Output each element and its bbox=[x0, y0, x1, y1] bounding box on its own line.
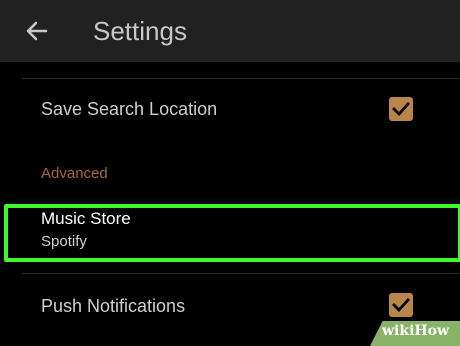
checkmark-icon bbox=[392, 298, 410, 313]
watermark-logo: wikiHow bbox=[382, 323, 450, 339]
page-title: Settings bbox=[93, 16, 187, 46]
section-header-advanced: Advanced bbox=[41, 165, 108, 182]
save-search-location-checkbox[interactable] bbox=[389, 97, 413, 121]
checkmark-icon bbox=[392, 102, 410, 117]
app-bar: Settings bbox=[0, 0, 460, 62]
divider bbox=[22, 78, 460, 79]
divider bbox=[22, 273, 460, 274]
save-search-location-label: Save Search Location bbox=[41, 99, 218, 119]
music-store-value: Spotify bbox=[41, 233, 87, 250]
back-button[interactable] bbox=[22, 16, 52, 46]
push-notifications-label: Push Notifications bbox=[41, 296, 186, 316]
music-store-label: Music Store bbox=[41, 209, 131, 228]
arrow-left-icon bbox=[26, 21, 48, 41]
push-notifications-checkbox[interactable] bbox=[389, 293, 413, 317]
